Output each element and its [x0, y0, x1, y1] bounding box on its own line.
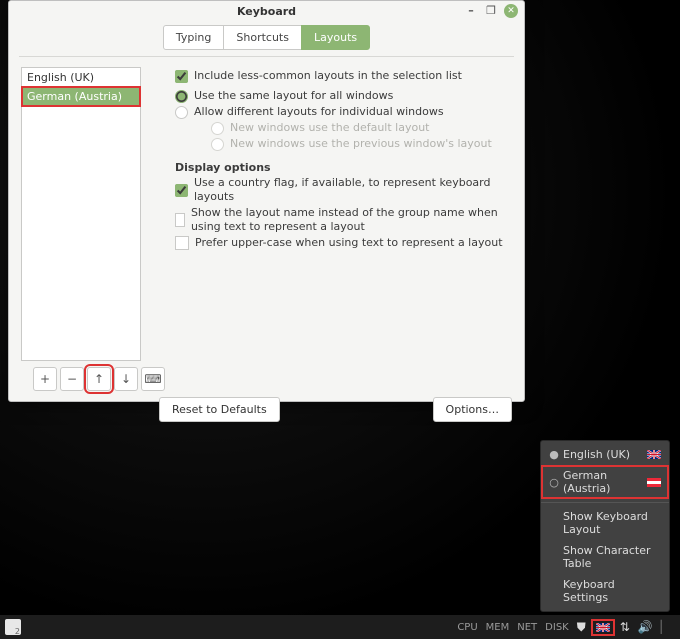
minus-icon: −	[67, 372, 77, 386]
add-layout-button[interactable]: +	[33, 367, 57, 391]
cpu-meter[interactable]: CPU	[457, 622, 477, 633]
flag-uk-icon	[647, 450, 661, 459]
window-close-button[interactable]: ✕	[504, 4, 518, 18]
net-meter[interactable]: NET	[517, 622, 537, 633]
layout-options-pane: Include less-common layouts in the selec…	[175, 67, 512, 391]
keyboard-layout-tray-icon[interactable]	[594, 622, 612, 633]
keyboard-icon: ⌨	[144, 372, 161, 386]
move-down-button[interactable]: ↓	[114, 367, 138, 391]
menu-layout-english-uk[interactable]: ● English (UK)	[541, 444, 669, 465]
new-windows-previous-radio	[211, 138, 224, 151]
radio-unselected-icon: ○	[549, 476, 559, 489]
disk-meter[interactable]: DISK	[545, 622, 569, 633]
use-flag-checkbox[interactable]	[175, 184, 188, 197]
window-title: Keyboard	[237, 5, 296, 18]
include-less-common-label: Include less-common layouts in the selec…	[194, 69, 462, 83]
layout-item-german-austria[interactable]: German (Austria)	[22, 87, 140, 106]
flag-austria-icon	[647, 478, 661, 487]
menu-keyboard-settings[interactable]: Keyboard Settings	[541, 574, 669, 608]
mem-meter[interactable]: MEM	[486, 622, 510, 633]
show-layout-name-label: Show the layout name instead of the grou…	[191, 206, 512, 234]
menu-layout-german-austria-label: German (Austria)	[559, 469, 647, 495]
new-windows-previous-label: New windows use the previous window's la…	[230, 137, 492, 151]
reset-defaults-button[interactable]: Reset to Defaults	[159, 397, 280, 422]
move-up-button[interactable]: ↑	[87, 367, 111, 391]
window-minimize-button[interactable]: –	[464, 4, 478, 18]
remove-layout-button[interactable]: −	[60, 367, 84, 391]
tab-bar: Typing Shortcuts Layouts	[9, 25, 524, 50]
same-layout-all-radio[interactable]	[175, 90, 188, 103]
new-windows-default-label: New windows use the default layout	[230, 121, 430, 135]
layout-list-toolbar: + − ↑ ↓ ⌨	[21, 361, 165, 391]
keyboard-layout-tray-menu: ● English (UK) ○ German (Austria) Show K…	[540, 440, 670, 612]
layout-item-english-uk[interactable]: English (UK)	[22, 68, 140, 87]
layout-list[interactable]: English (UK) German (Austria)	[21, 67, 141, 361]
show-layout-name-checkbox[interactable]	[175, 213, 185, 227]
start-menu-button[interactable]	[5, 619, 21, 635]
same-layout-all-label: Use the same layout for all windows	[194, 89, 393, 103]
volume-tray-icon[interactable]: 🔊	[638, 620, 653, 634]
include-less-common-checkbox[interactable]	[175, 70, 188, 83]
menu-show-keyboard-layout[interactable]: Show Keyboard Layout	[541, 506, 669, 540]
window-maximize-button[interactable]: ❐	[484, 4, 498, 18]
keyboard-settings-window: Keyboard – ❐ ✕ Typing Shortcuts Layouts …	[8, 0, 525, 402]
layout-options-button[interactable]: Options…	[433, 397, 512, 422]
show-layout-diagram-button[interactable]: ⌨	[141, 367, 165, 391]
menu-layout-german-austria[interactable]: ○ German (Austria)	[541, 465, 669, 499]
different-layouts-radio[interactable]	[175, 106, 188, 119]
flag-uk-icon	[596, 623, 610, 632]
tab-shortcuts[interactable]: Shortcuts	[223, 25, 302, 50]
different-layouts-label: Allow different layouts for individual w…	[194, 105, 444, 119]
menu-layout-english-uk-label: English (UK)	[559, 448, 647, 461]
use-flag-label: Use a country flag, if available, to rep…	[194, 176, 512, 204]
arrow-up-icon: ↑	[94, 372, 104, 386]
prefer-uppercase-checkbox[interactable]	[175, 236, 189, 250]
tab-layouts[interactable]: Layouts	[301, 25, 370, 50]
update-manager-tray-icon[interactable]: ⛊	[577, 620, 586, 635]
display-options-header: Display options	[175, 161, 512, 174]
prefer-uppercase-label: Prefer upper-case when using text to rep…	[195, 236, 503, 250]
network-tray-icon[interactable]: ⇅	[620, 620, 630, 634]
panel-separator-icon: ▏	[661, 620, 670, 634]
plus-icon: +	[40, 372, 50, 386]
arrow-down-icon: ↓	[121, 372, 131, 386]
menu-show-character-table[interactable]: Show Character Table	[541, 540, 669, 574]
new-windows-default-radio	[211, 122, 224, 135]
tab-typing[interactable]: Typing	[163, 25, 225, 50]
radio-selected-icon: ●	[549, 448, 559, 461]
taskbar: CPU MEM NET DISK ⛊ ⇅ 🔊 ▏	[0, 615, 680, 639]
window-titlebar[interactable]: Keyboard – ❐ ✕	[9, 1, 524, 23]
